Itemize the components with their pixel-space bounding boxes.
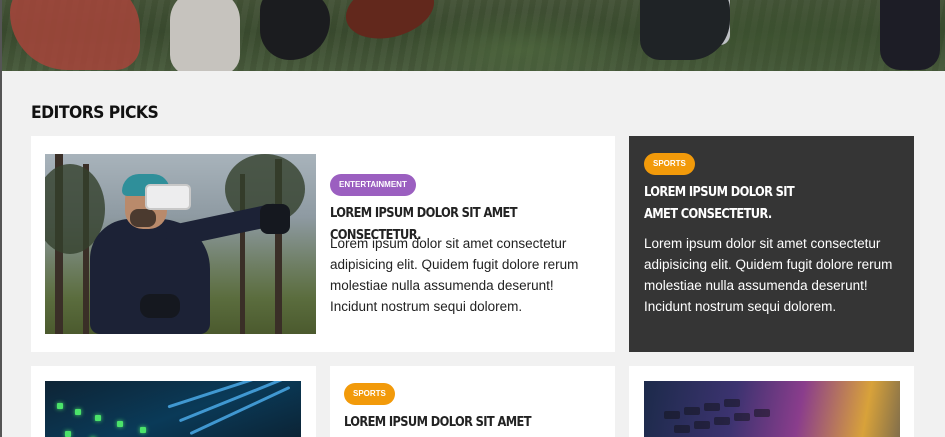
server-article-image[interactable] [45,381,301,437]
article-card-keyboard[interactable] [629,366,914,437]
category-badge[interactable]: SPORTS [344,383,395,405]
category-badge[interactable]: ENTERTAINMENT [330,174,416,196]
hero-image [0,0,945,71]
vr-article-image[interactable] [45,154,316,334]
article-headline[interactable]: LOREM IPSUM DOLOR SIT AMET [344,412,573,434]
featured-card-entertainment[interactable]: ENTERTAINMENT LOREM IPSUM DOLOR SIT AMET… [31,136,615,352]
article-excerpt: Lorem ipsum dolor sit amet consectetur a… [644,236,893,314]
article-card-tech[interactable] [31,366,316,437]
page-border [0,0,2,437]
keyboard-article-image[interactable] [644,381,900,437]
featured-card-sports[interactable]: SPORTS LOREM IPSUM DOLOR SIT AMET CONSEC… [629,136,914,352]
category-badge[interactable]: SPORTS [644,153,695,175]
section-title: EDITORS PICKS [31,103,159,123]
article-headline[interactable]: LOREM IPSUM DOLOR SIT AMET CONSECTETUR. [644,182,820,226]
article-card-sports[interactable]: SPORTS LOREM IPSUM DOLOR SIT AMET [330,366,615,437]
article-excerpt: Lorem ipsum dolor sit amet consectetur a… [330,236,579,314]
